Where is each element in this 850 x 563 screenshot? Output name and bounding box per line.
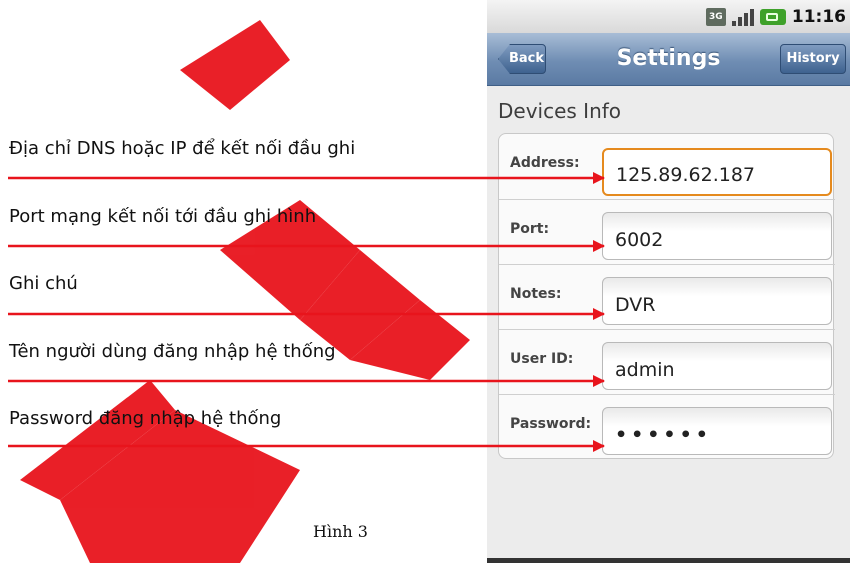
annotation-password: Password đăng nhập hệ thống bbox=[9, 408, 282, 429]
annotation-arrows bbox=[8, 172, 605, 452]
annotation-notes: Ghi chú bbox=[9, 273, 78, 294]
annotation-port: Port mạng kết nối tới đầu ghi hình bbox=[9, 206, 317, 227]
figure-caption: Hình 3 bbox=[313, 522, 368, 541]
annotation-user-id: Tên người dùng đăng nhập hệ thống bbox=[9, 341, 336, 362]
annotation-address: Địa chỉ DNS hoặc IP để kết nối đầu ghi bbox=[9, 138, 356, 159]
